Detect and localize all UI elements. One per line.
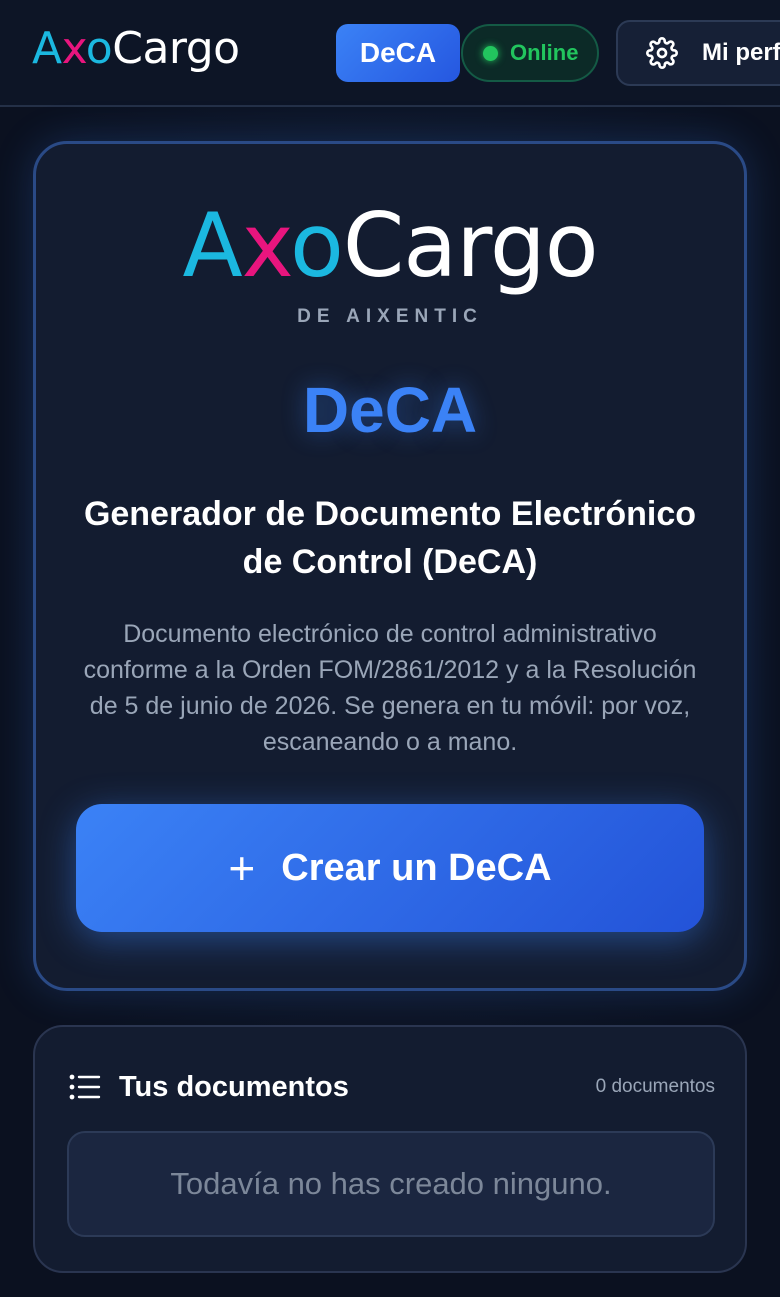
- deca-wordmark: DeCA: [302, 374, 478, 446]
- page-description: Documento electrónico de control adminis…: [83, 620, 697, 756]
- logo-letter-x: x: [61, 23, 87, 74]
- plus-icon: +: [228, 842, 256, 894]
- documents-empty-state: Todavía no has creado ninguno.: [67, 1131, 715, 1237]
- logo-word-cargo: Cargo: [342, 194, 599, 297]
- header-logo[interactable]: AxoCargo: [32, 24, 240, 74]
- logo-letter-a: A: [182, 194, 242, 297]
- brand-subtitle: DE AIXENTIC: [297, 306, 483, 327]
- status-dot-icon: [483, 45, 498, 61]
- logo-letter-o: o: [290, 194, 344, 297]
- profile-button-label: Mi perfil: [702, 39, 780, 66]
- app-page: AxoCargo DeCA Online Mi perfil AxoCargo …: [0, 0, 780, 1297]
- logo-letter-x: x: [241, 194, 291, 297]
- hero-logo: AxoCargo: [36, 196, 744, 296]
- hero-card: AxoCargo DE AIXENTIC DeCA Generador de D…: [33, 141, 747, 991]
- online-status-label: Online: [510, 40, 579, 65]
- logo-word-cargo: Cargo: [112, 23, 240, 74]
- profile-button[interactable]: Mi perfil: [616, 20, 780, 86]
- documents-card: Tus documentos 0 documentos Todavía no h…: [33, 1025, 747, 1273]
- top-bar: AxoCargo DeCA Online Mi perfil: [0, 0, 780, 107]
- documents-count: 0 documentos: [595, 1076, 715, 1097]
- deca-badge: DeCA: [336, 24, 460, 82]
- documents-header: Tus documentos 0 documentos: [69, 1067, 715, 1107]
- page-title: Generador de Documento Electrónico de Co…: [83, 495, 697, 581]
- online-status-badge: Online: [461, 24, 599, 82]
- logo-letter-a: A: [32, 23, 62, 74]
- create-deca-button[interactable]: + Crear un DeCA: [76, 804, 704, 932]
- create-deca-button-label: Crear un DeCA: [281, 846, 552, 889]
- logo-letter-o: o: [85, 23, 113, 74]
- documents-title: Tus documentos: [119, 1070, 349, 1103]
- gear-icon: [646, 37, 678, 69]
- list-icon: [69, 1074, 101, 1100]
